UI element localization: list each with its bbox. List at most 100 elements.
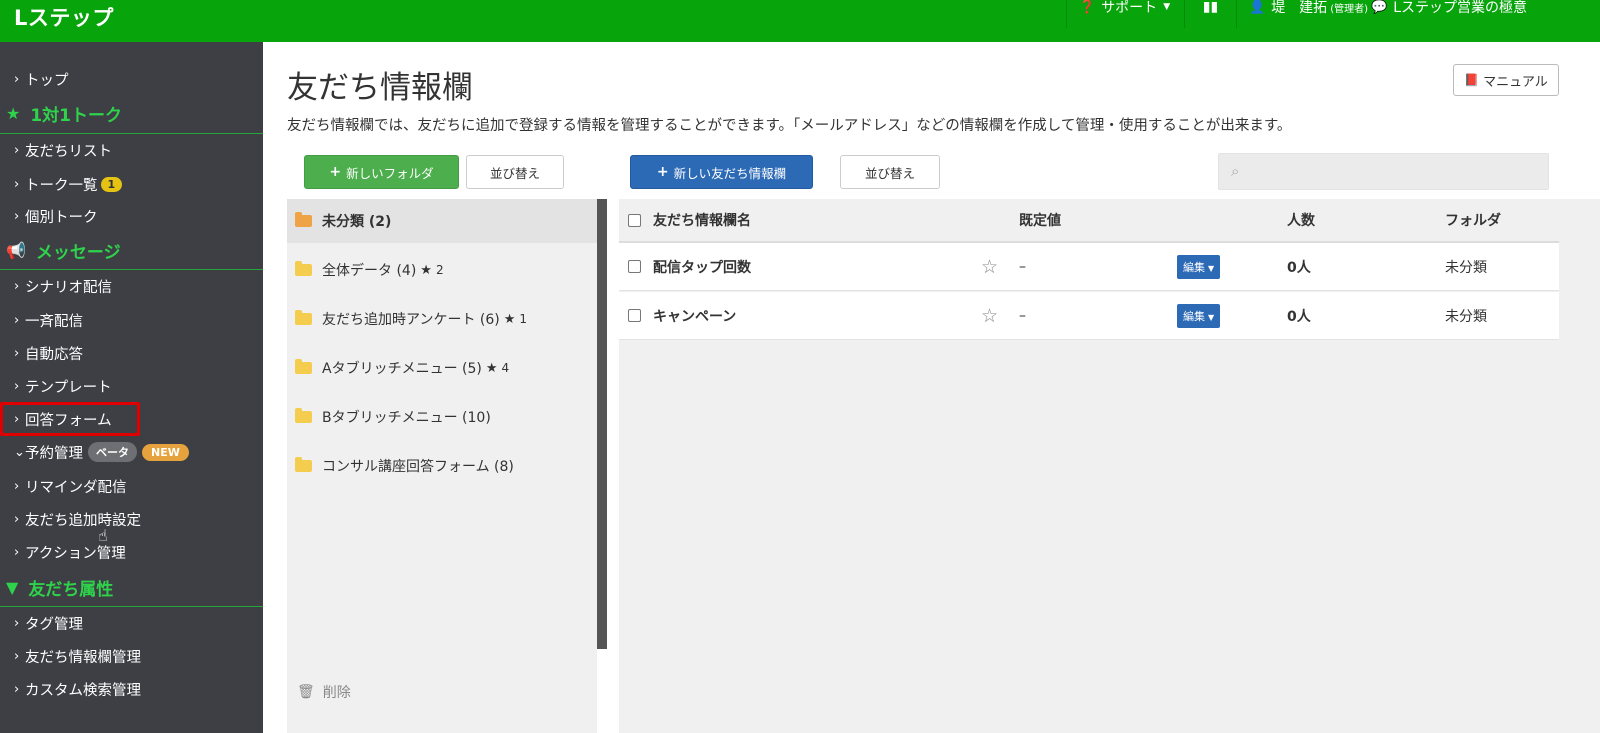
row-checkbox[interactable] [628,292,641,339]
sidebar-item-action-mgmt[interactable]: › アクション管理 [14,540,126,564]
star-icon: ★ [485,360,498,376]
sidebar-item-label: トップ [25,72,69,89]
sidebar-item-friend-info-mgmt[interactable]: › 友だち情報欄管理 [14,644,141,668]
row-checkbox[interactable] [628,243,641,290]
bar-chart-icon: ▮▮ [1202,0,1219,15]
search-input[interactable]: ⌕ [1218,153,1549,190]
sort-fields-button[interactable]: 並び替え [840,155,940,189]
delete-button[interactable]: 🗑 削除 [297,682,351,702]
sidebar-item-talk-list[interactable]: › トーク一覧 1 [14,172,123,196]
header-count[interactable]: 人数 [1287,199,1315,241]
sidebar-item-auto-reply[interactable]: › 自動応答 [14,341,83,365]
button-label: 新しい友だち情報欄 [673,165,787,181]
star-outline-icon[interactable]: ☆ [981,243,998,290]
folder-icon [295,408,312,423]
support-menu[interactable]: ❓ サポート ▼ [1066,0,1184,28]
star-outline-icon[interactable]: ☆ [981,292,998,339]
new-friend-field-button[interactable]: + 新しい友だち情報欄 [630,155,813,189]
main-content: 友だち情報欄 📕 マニュアル 友だち情報欄では、友だちに追加で登録する情報を管理… [263,42,1600,733]
chevron-right-icon: › [14,176,20,192]
sidebar-item-reservation[interactable]: ⌄ 予約管理 ベータ NEW [14,440,189,464]
edit-button[interactable]: 編集 ▼ [1177,292,1221,339]
search-icon: ⌕ [1231,162,1240,180]
table-row: 配信タップ回数 ☆ – 編集 ▼ 0人 未分類 [619,243,1559,291]
chevron-down-icon: ▼ [1163,2,1171,12]
sidebar-item-friend-add-setting[interactable]: › 友だち追加時設定 [14,507,141,531]
section-title: 1対1トーク [30,105,123,126]
sidebar-section-message: 📢 メッセージ [6,237,121,263]
chevron-right-icon: › [14,681,20,697]
folder-name: 友だち追加時アンケート (6) [322,312,500,328]
button-label: 新しいフォルダ [346,165,434,181]
folder-open-icon [295,212,312,227]
folder-name: Aタブリッチメニュー (5) [322,361,482,377]
button-label: 並び替え [864,165,915,181]
edit-button[interactable]: 編集 ▼ [1177,243,1221,290]
sort-folders-button[interactable]: 並び替え [466,155,564,189]
sidebar-item-template[interactable]: › テンプレート [14,374,112,398]
sidebar-item-scenario[interactable]: › シナリオ配信 [14,274,112,298]
folder-item[interactable]: 未分類 (2) [287,199,597,243]
friend-field-table: 友だち情報欄名 既定値 人数 フォルダ 配信タップ回数 ☆ – 編集 ▼ 0人 未… [619,199,1600,733]
brand-logo[interactable]: Lステップ [14,2,114,32]
field-folder: 未分類 [1445,308,1487,325]
sidebar-item-individual-talk[interactable]: › 個別トーク [14,204,98,228]
folder-icon [295,261,312,276]
field-name[interactable]: 配信タップ回数 [653,243,751,290]
select-all-checkbox[interactable] [628,199,641,241]
sidebar-item-label: トーク一覧 [25,177,98,194]
sidebar-item-friend-list[interactable]: › 友だちリスト [14,138,112,162]
new-folder-button[interactable]: + 新しいフォルダ [304,155,459,189]
manual-label: マニュアル [1483,74,1548,90]
section-title: 友だち属性 [28,579,114,600]
field-folder: 未分類 [1445,259,1487,276]
chevron-right-icon: › [14,615,20,631]
header-folder[interactable]: フォルダ [1445,199,1501,241]
section-divider [0,606,263,607]
plus-icon: + [329,164,342,180]
delete-label: 削除 [322,685,351,701]
table-header: 友だち情報欄名 既定値 人数 フォルダ [619,199,1559,243]
sidebar-item-custom-search[interactable]: › カスタム検索管理 [14,677,141,701]
sidebar-item-reminder[interactable]: › リマインダ配信 [14,474,127,498]
chevron-right-icon: › [14,511,20,527]
account-name: Lステップ営業の極意 [1393,0,1527,16]
user-menu[interactable]: 👤 堤 建拓 (管理者) 💬 Lステップ営業の極意 [1236,0,1600,28]
folder-item[interactable]: コンサル講座回答フォーム (8) [287,444,597,488]
folder-item[interactable]: 全体データ (4) ★ 2 [287,248,597,292]
field-count: 0人 [1287,308,1311,325]
chevron-right-icon: › [14,278,20,294]
sidebar-section-friend-attr: ▼ 友だち属性 [6,574,113,600]
manual-button[interactable]: 📕 マニュアル [1453,64,1559,96]
sidebar-item-label: 一斉配信 [25,313,83,330]
star-icon: ★ [503,311,516,327]
chevron-right-icon: › [14,378,20,394]
chevron-right-icon: › [14,544,20,560]
sidebar-item-label: タグ管理 [25,616,83,633]
star-icon: ★ [420,262,432,278]
sidebar-item-tag-mgmt[interactable]: › タグ管理 [14,611,83,635]
chevron-right-icon: › [14,478,20,494]
user-name: 堤 建拓 [1271,0,1328,16]
comment-icon: 💬 [1371,0,1388,15]
star-icon: ★ [6,103,21,123]
caret-down-icon: ▼ [1208,312,1215,322]
sidebar-item-label: 予約管理 [25,445,83,462]
filter-icon: ▼ [6,577,19,597]
edit-label: 編集 [1183,260,1205,274]
caret-down-icon: ▼ [1208,263,1215,273]
folder-item[interactable]: Bタブリッチメニュー (10) [287,395,597,439]
sidebar-item-label: 個別トーク [25,209,98,226]
folder-scrollbar[interactable] [597,199,607,649]
header-name[interactable]: 友だち情報欄名 [653,199,751,241]
analytics-button[interactable]: ▮▮ [1184,0,1236,28]
sidebar-section-talk: ★ 1対1トーク [6,100,122,126]
sidebar-item-top[interactable]: › トップ [14,67,69,91]
section-divider [0,133,263,134]
folder-item[interactable]: 友だち追加時アンケート (6) ★ 1 [287,297,597,341]
field-name[interactable]: キャンペーン [653,292,736,339]
folder-item[interactable]: Aタブリッチメニュー (5) ★ 4 [287,346,597,390]
sidebar-item-broadcast[interactable]: › 一斉配信 [14,308,83,332]
button-label: 並び替え [489,165,540,181]
sidebar-item-label: テンプレート [25,379,112,396]
